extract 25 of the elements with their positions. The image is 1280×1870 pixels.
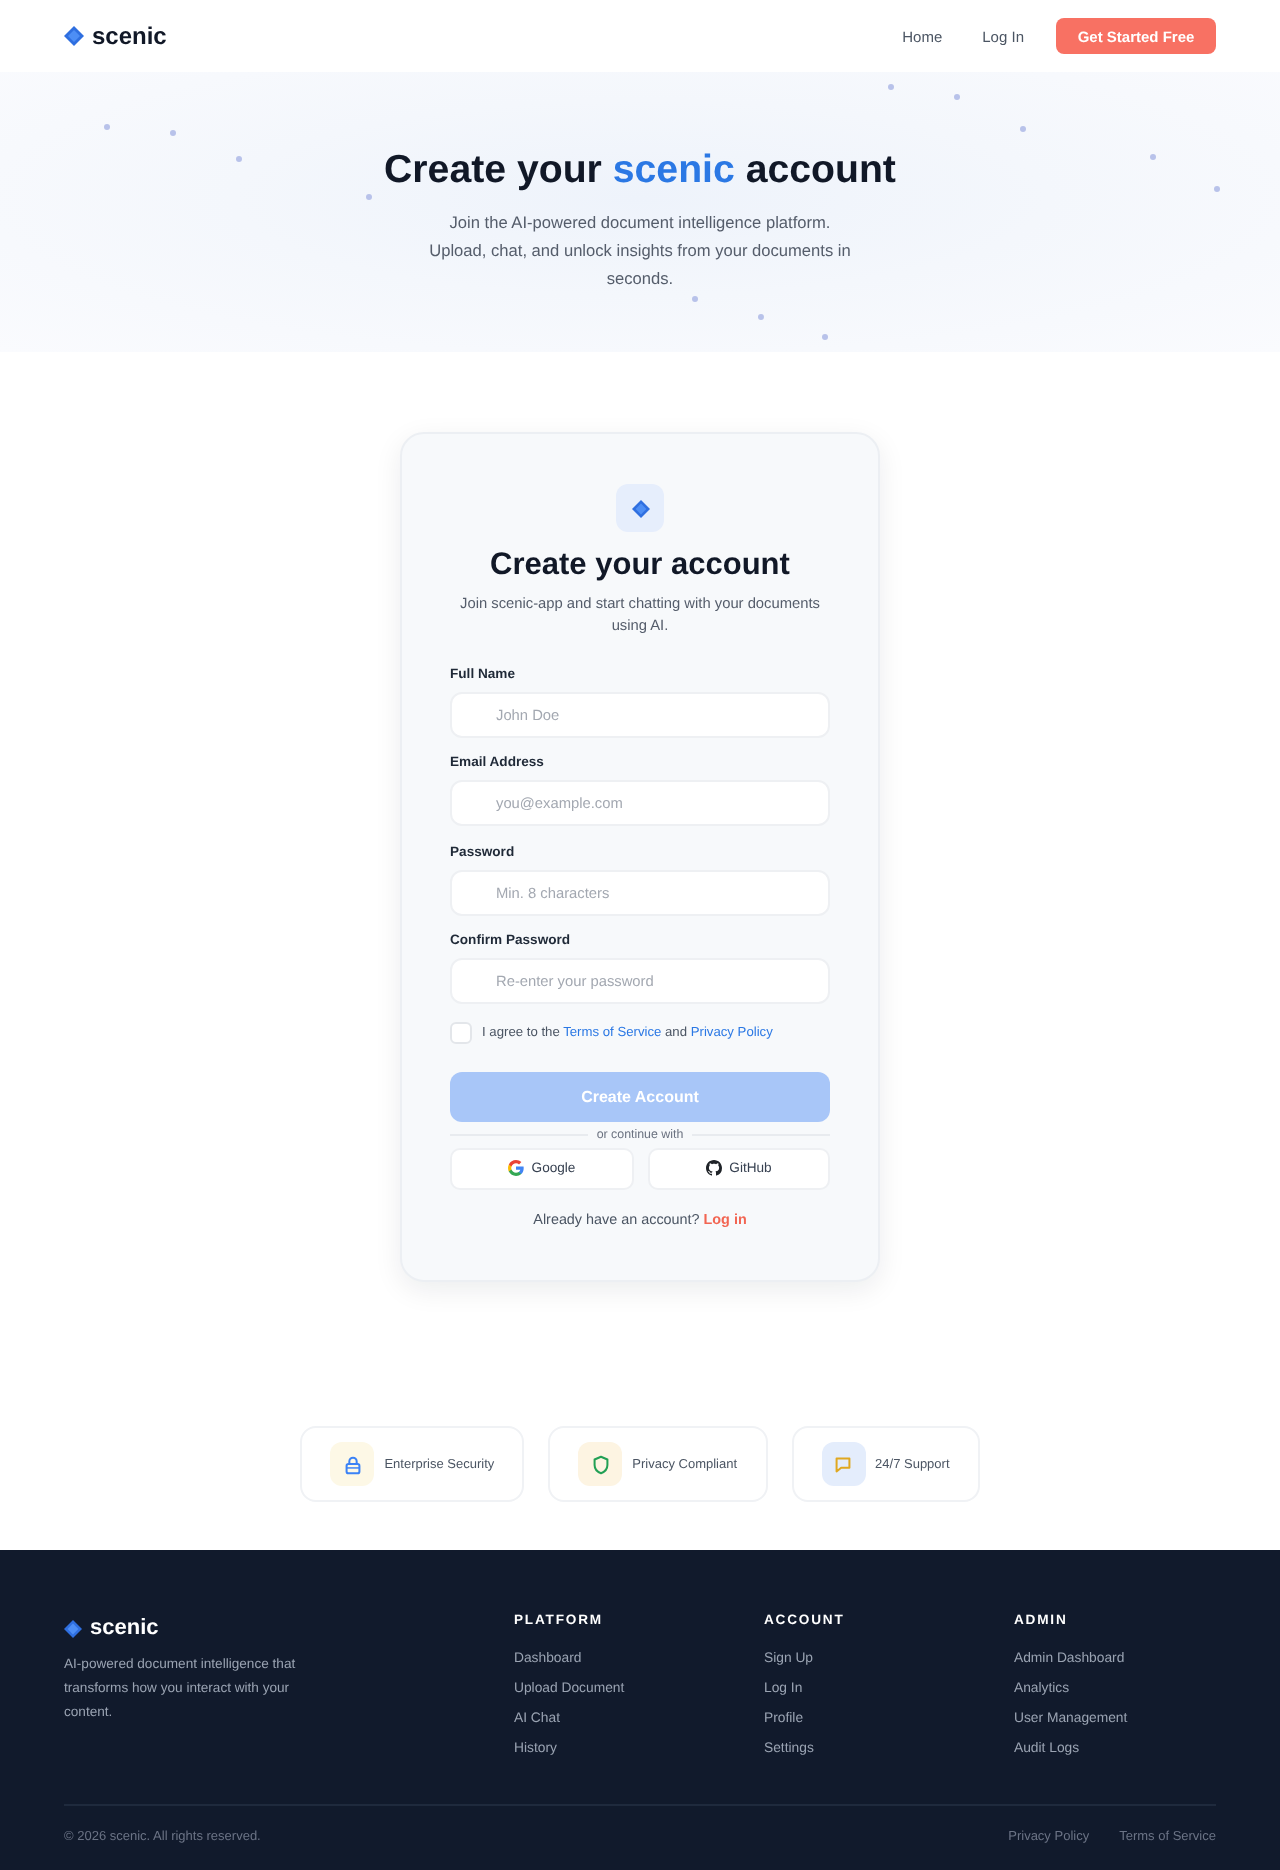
hero-title: Create your scenic account [384, 146, 896, 194]
particle-dot [236, 156, 242, 162]
particle-dot [888, 84, 894, 90]
particle-dot [758, 314, 764, 320]
particle-dot [366, 194, 372, 200]
particle-dot [1214, 186, 1220, 192]
lock-icon [330, 1442, 375, 1486]
card-title: Create your account [488, 546, 792, 586]
agree-checkbox[interactable] [450, 1022, 472, 1044]
particle-dot [954, 94, 960, 100]
brand-name[interactable]: scenic [90, 1616, 159, 1640]
github-icon [705, 1160, 722, 1176]
diamond-icon [64, 1619, 82, 1637]
hero-subtitle: Join the AI-powered document intelligence platform. Upload, chat, and unlock insights from your documents in seconds. [427, 210, 853, 292]
particle-dot [1150, 154, 1156, 160]
particle-dot [822, 334, 828, 340]
chat-bubble-icon [821, 1442, 866, 1486]
particle-dot [104, 124, 110, 130]
diamond-icon [64, 26, 84, 46]
particle-dot [170, 130, 176, 136]
brand-name[interactable]: scenic [92, 22, 167, 50]
shield-icon [578, 1442, 623, 1486]
particle-dot [692, 296, 698, 302]
google-icon [507, 1160, 524, 1176]
particle-dot [1020, 126, 1026, 132]
